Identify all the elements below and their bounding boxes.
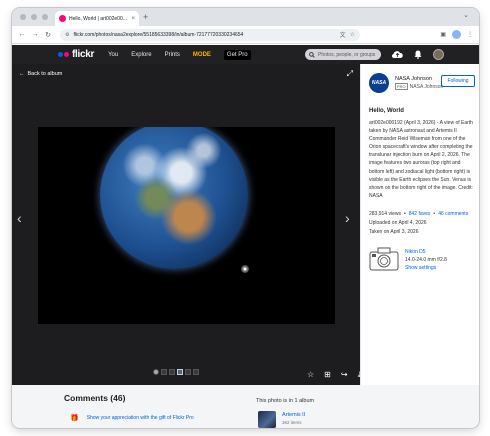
tab-strip: Hello, World | art002e00... × + ⌄ bbox=[12, 8, 479, 26]
back-icon[interactable]: ← bbox=[16, 31, 28, 39]
venus-glow bbox=[241, 265, 249, 273]
owner-pro-row: PRO NASA Johnson bbox=[395, 83, 443, 90]
main-photo[interactable] bbox=[38, 127, 335, 324]
flickr-favicon-icon bbox=[56, 15, 66, 22]
menu-explore[interactable]: Explore bbox=[131, 52, 151, 58]
url-text[interactable]: flickr.com/photos/nasa2explore/551856333… bbox=[73, 32, 335, 38]
photo-stats: 283,914 views • 842 faves • 46 comments bbox=[369, 211, 468, 217]
forward-icon[interactable]: → bbox=[29, 31, 41, 39]
new-tab-button[interactable]: + bbox=[143, 11, 148, 23]
menu-mode[interactable]: MODE bbox=[193, 52, 211, 58]
comments-link[interactable]: 46 comments bbox=[438, 211, 468, 217]
gift-pro-link[interactable]: Show your appreciation with the gift of … bbox=[87, 415, 194, 421]
flickr-navbar: flickr You Explore Prints MODE Get Pro P… bbox=[12, 45, 479, 64]
fullscreen-icon[interactable]: ⤢ bbox=[347, 69, 353, 79]
thumbnail[interactable] bbox=[161, 369, 167, 375]
photo-actions: ☆ ⊞ ↪ ⤓ bbox=[307, 371, 361, 379]
thumbnail[interactable] bbox=[153, 369, 159, 375]
album-name-link[interactable]: Artemis II bbox=[282, 412, 305, 418]
photostream-thumbnails bbox=[153, 369, 199, 375]
photo-viewer: ← Back to album ⤢ ‹ › ☆ ⊞ ↪ ⤓ bbox=[12, 64, 361, 385]
album-section-heading: This photo is in 1 album bbox=[256, 398, 315, 404]
tab-title: Hello, World | art002e00... bbox=[69, 15, 127, 22]
nav-icons bbox=[392, 49, 444, 60]
menu-icon[interactable]: ⋮ bbox=[467, 31, 473, 38]
thumbnail-current[interactable] bbox=[177, 369, 183, 375]
upload-cloud-icon[interactable] bbox=[392, 50, 403, 59]
lens-specs: 14.0-24.0 mm f/2.8 bbox=[405, 257, 447, 263]
camera-name-link[interactable]: Nikon D5 bbox=[405, 249, 426, 255]
album-item-count: 362 items bbox=[282, 420, 302, 425]
back-to-album-label: Back to album bbox=[27, 71, 63, 77]
search-input[interactable]: Photos, people, or groups bbox=[305, 49, 381, 60]
bookmark-star-icon[interactable]: ☆ bbox=[350, 31, 355, 38]
search-icon bbox=[309, 51, 315, 58]
flickr-logo[interactable]: flickr bbox=[58, 49, 94, 60]
pro-badge: PRO bbox=[395, 83, 408, 90]
fave-star-icon[interactable]: ☆ bbox=[307, 371, 314, 379]
camera-icon bbox=[369, 247, 399, 271]
close-window-button[interactable] bbox=[20, 14, 26, 20]
reload-icon[interactable]: ↻ bbox=[42, 31, 54, 39]
arrow-left-icon: ← bbox=[19, 71, 25, 77]
nasa-logo-avatar[interactable]: NASA bbox=[369, 73, 389, 93]
comments-heading: Comments (46) bbox=[64, 393, 126, 403]
gift-pro-row[interactable]: 🎁 Show your appreciation with the gift o… bbox=[70, 414, 194, 422]
gift-icon: 🎁 bbox=[70, 415, 79, 422]
share-icon[interactable]: ↪ bbox=[341, 371, 348, 379]
notification-bell-icon[interactable] bbox=[414, 50, 422, 59]
owner-name-link[interactable]: NASA Johnson bbox=[395, 76, 432, 82]
logo-blue-dot bbox=[58, 52, 63, 57]
address-bar[interactable]: ⚙ flickr.com/photos/nasa2explore/5518563… bbox=[60, 28, 360, 41]
menu-prints[interactable]: Prints bbox=[165, 52, 180, 58]
next-photo-arrow-icon[interactable]: › bbox=[345, 210, 350, 226]
logo-text: flickr bbox=[72, 49, 95, 60]
window-controls bbox=[20, 14, 48, 20]
photo-info-sidebar: NASA NASA Johnson PRO NASA Johnson Follo… bbox=[360, 64, 479, 385]
add-to-gallery-icon[interactable]: ⊞ bbox=[324, 371, 331, 379]
logo-pink-dot bbox=[64, 52, 69, 57]
thumbnail[interactable] bbox=[169, 369, 175, 375]
show-settings-link[interactable]: Show settings bbox=[405, 265, 436, 271]
translate-icon[interactable]: 文 bbox=[340, 30, 346, 39]
album-thumbnail[interactable] bbox=[258, 411, 276, 428]
profile-icon[interactable] bbox=[452, 30, 461, 39]
earth-image bbox=[100, 127, 248, 269]
browser-window: Hello, World | art002e00... × + ⌄ ← → ↻ … bbox=[12, 8, 479, 428]
back-to-album-link[interactable]: ← Back to album bbox=[19, 71, 62, 77]
photo-page-lower: Comments (46) 🎁 Show your appreciation w… bbox=[12, 385, 479, 428]
nav-buttons: ← → ↻ bbox=[16, 31, 54, 39]
nasa-logo-text: NASA bbox=[371, 80, 387, 86]
site-info-icon[interactable]: ⚙ bbox=[65, 32, 69, 38]
previous-photo-arrow-icon[interactable]: ‹ bbox=[17, 210, 22, 226]
thumbnail[interactable] bbox=[193, 369, 199, 375]
thumbnail[interactable] bbox=[185, 369, 191, 375]
get-pro-button[interactable]: Get Pro bbox=[223, 49, 251, 60]
photo-title: Hello, World bbox=[369, 108, 404, 114]
user-avatar[interactable] bbox=[433, 49, 444, 60]
search-placeholder: Photos, people, or groups bbox=[318, 51, 376, 58]
maximize-window-button[interactable] bbox=[42, 14, 48, 20]
tab-search-icon[interactable]: ⌄ bbox=[463, 11, 469, 19]
uploaded-date: Uploaded on April 4, 2026 bbox=[369, 220, 427, 226]
taken-date: Taken on April 3, 2026 bbox=[369, 229, 419, 235]
browser-toolbar: ← → ↻ ⚙ flickr.com/photos/nasa2explore/5… bbox=[12, 26, 479, 44]
menu-you[interactable]: You bbox=[108, 52, 118, 58]
owner-username: NASA Johnson bbox=[409, 83, 444, 90]
stats-separator: • bbox=[433, 211, 436, 217]
toolbar-right: ▣ ⋮ bbox=[440, 30, 473, 39]
main-menu: You Explore Prints MODE Get Pro bbox=[108, 49, 251, 60]
stats-separator: • bbox=[403, 211, 406, 217]
following-button[interactable]: Following bbox=[441, 75, 475, 87]
views-count: 283,914 views bbox=[369, 211, 401, 217]
extensions-icon[interactable]: ▣ bbox=[440, 31, 446, 38]
omnibox-actions: 文 ☆ bbox=[340, 30, 355, 39]
tab-close-icon[interactable]: × bbox=[131, 16, 135, 22]
browser-tab-active[interactable]: Hello, World | art002e00... × bbox=[55, 11, 139, 26]
faves-link[interactable]: 842 faves bbox=[409, 211, 431, 217]
photo-description: art002e000192 (April 3, 2026) - A view o… bbox=[369, 120, 473, 199]
minimize-window-button[interactable] bbox=[31, 14, 37, 20]
